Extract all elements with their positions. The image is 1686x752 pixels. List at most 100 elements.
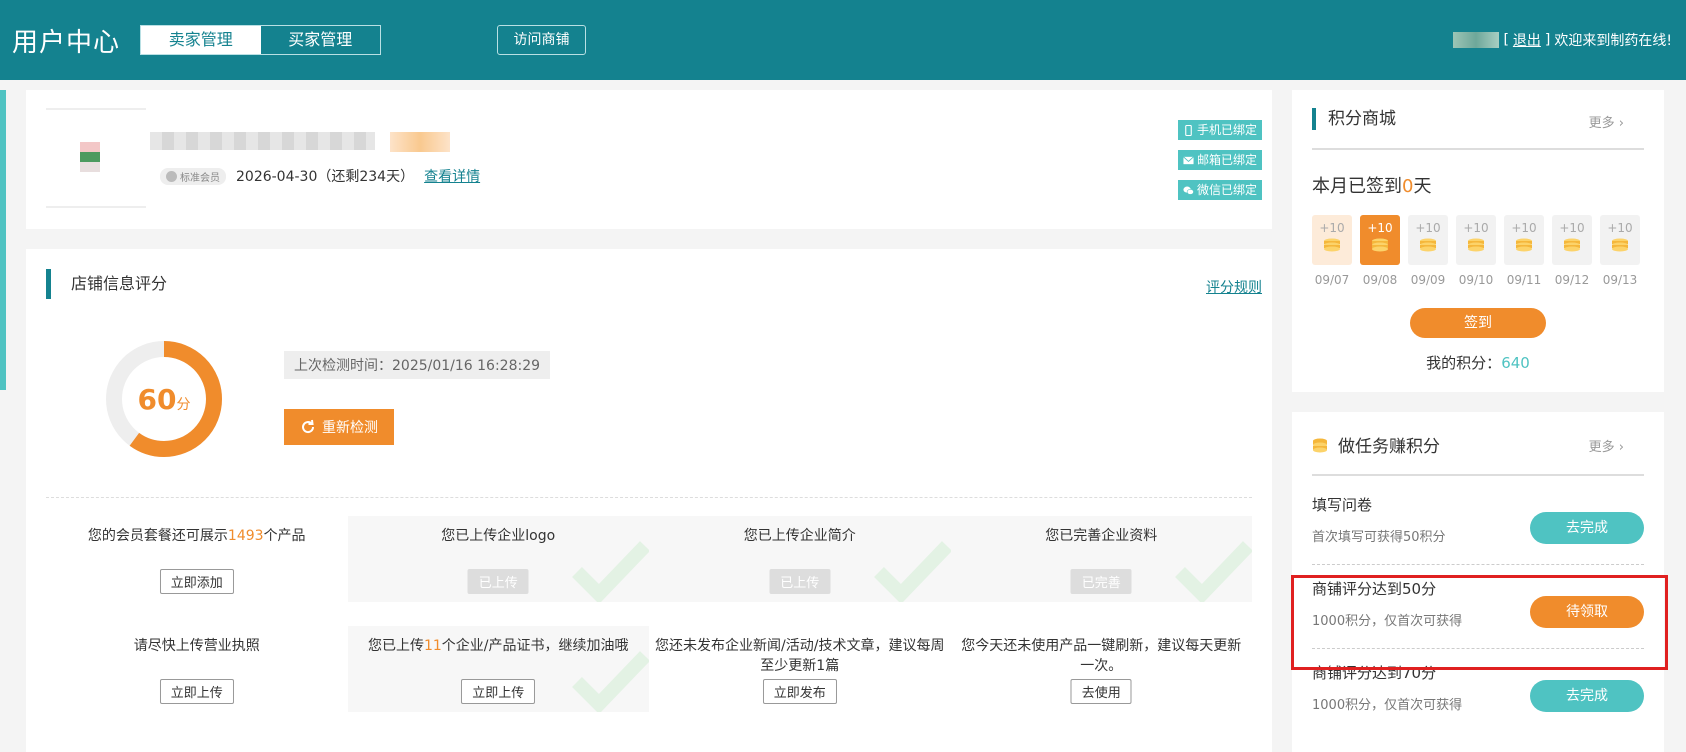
coin-icon [1612, 238, 1628, 252]
sign-day: +10 09/08 [1360, 215, 1400, 287]
page-title: 用户中心 [12, 28, 121, 58]
user-info: [ 退出 ] 欢迎来到制药在线! [1453, 30, 1672, 50]
task-action-button[interactable]: 去完成 [1530, 680, 1644, 712]
coins-icon [1313, 438, 1327, 452]
phone-icon [1185, 124, 1192, 136]
sign-day-bonus: +10 [1511, 221, 1537, 235]
profile-panel: 标准会员 2026-04-30（还剩234天） 查看详情 手机已绑定 邮箱已绑定… [26, 90, 1272, 229]
sign-day-box: +10 [1360, 215, 1400, 265]
score-item-text: 您还未发布企业新闻/活动/技术文章，建议每周至少更新1篇 [649, 636, 951, 676]
score-unit: 分 [176, 397, 191, 413]
coin-icon [1324, 238, 1340, 252]
tab-seller[interactable]: 卖家管理 [141, 26, 261, 54]
score-items-grid: 您的会员套餐还可展示1493个产品 立即添加 您已上传企业logo 已上传 您已上传企业… [46, 516, 1252, 712]
sign-status-pre: 本月已签到 [1312, 176, 1402, 197]
checkmark-icon [873, 541, 951, 602]
score-item-button[interactable]: 立即上传 [159, 679, 234, 704]
score-number: 60 [137, 382, 177, 416]
sign-day-bonus: +10 [1559, 221, 1585, 235]
coin-icon [1468, 238, 1484, 252]
sign-calendar: +10 09/07 +10 09/08 +10 09/09 +10 09/10 +10 09/11… [1312, 215, 1640, 287]
sign-day-box: +10 [1312, 215, 1352, 265]
view-details-link[interactable]: 查看详情 [424, 166, 480, 186]
mail-icon [1183, 155, 1194, 164]
tasks-more-label: 更多 [1588, 440, 1615, 455]
mall-more-label: 更多 [1588, 116, 1615, 131]
task-description: 首次填写可获得50积分 [1312, 530, 1446, 545]
checkmark-icon [572, 541, 649, 602]
sign-day: +10 09/10 [1456, 215, 1496, 287]
task-action-button[interactable]: 去完成 [1530, 512, 1644, 544]
score-item-button[interactable]: 已上传 [769, 569, 831, 594]
divider [1312, 564, 1644, 565]
recheck-label: 重新检测 [322, 420, 378, 436]
shop-score-title: 店铺信息评分 [46, 269, 167, 299]
score-item-highlight: 1493 [227, 528, 264, 544]
sign-day-date: 09/11 [1506, 273, 1542, 287]
sign-count: 0 [1402, 176, 1414, 197]
sign-status-post: 天 [1413, 176, 1432, 197]
sign-day-box: +10 [1552, 215, 1592, 265]
visit-shop-button[interactable]: 访问商铺 [497, 25, 586, 55]
sign-day-date: 09/13 [1602, 273, 1638, 287]
score-item-text-pre: 请尽快上传营业执照 [133, 638, 260, 654]
wechat-bound-label: 微信已绑定 [1196, 183, 1257, 197]
coin-icon [1372, 238, 1388, 252]
sign-in-button[interactable]: 签到 [1410, 308, 1546, 338]
sign-day: +10 09/09 [1408, 215, 1448, 287]
monthly-sign-status: 本月已签到0天 [1312, 172, 1431, 198]
logout-bracket-open: [ [1503, 32, 1509, 48]
score-item: 您今天还未使用产品一键刷新，建议每天更新一次。 去使用 [951, 626, 1253, 712]
score-item: 您的会员套餐还可展示1493个产品立即添加 [46, 516, 348, 602]
tab-buyer[interactable]: 买家管理 [261, 26, 381, 54]
divider [1312, 148, 1644, 150]
coin-icon [1564, 238, 1580, 252]
score-item-text-pre: 您已上传企业简介 [743, 528, 856, 544]
membership-expiry: 2026-04-30（还剩234天） [236, 169, 415, 185]
score-item-text-post: 个产品 [263, 528, 306, 544]
score-item-button[interactable]: 立即添加 [159, 569, 234, 594]
left-side-strip [0, 90, 6, 390]
phone-bound-label: 手机已绑定 [1196, 123, 1257, 137]
score-rules-link[interactable]: 评分规则 [1206, 277, 1262, 297]
score-item-highlight: 11 [423, 638, 442, 654]
tasks-title: 做任务赚积分 [1312, 432, 1440, 457]
score-item: 请尽快上传营业执照立即上传 [46, 626, 348, 712]
sign-day-date: 09/10 [1458, 273, 1494, 287]
sign-day-box: +10 [1600, 215, 1640, 265]
score-item: 您已完善企业资料 已完善 [950, 516, 1252, 602]
logout-link[interactable]: 退出 [1513, 30, 1541, 50]
wechat-bound-badge: 微信已绑定 [1177, 180, 1262, 200]
score-item-text-pre: 您的会员套餐还可展示 [87, 528, 228, 544]
score-item-button[interactable]: 立即上传 [461, 679, 536, 704]
chevron-right-icon: › [1618, 116, 1624, 131]
mall-more-link[interactable]: 更多 › [1589, 112, 1624, 131]
wechat-icon [1183, 186, 1194, 195]
last-check-time: 上次检测时间：2025/01/16 16:28:29 [284, 351, 551, 379]
sign-day-date: 09/07 [1314, 273, 1350, 287]
score-item-text: 您的会员套餐还可展示1493个产品 [46, 526, 348, 546]
sign-day: +10 09/13 [1600, 215, 1640, 287]
tasks-title-label: 做任务赚积分 [1338, 437, 1440, 457]
highlight-box [1291, 575, 1668, 670]
recheck-button[interactable]: 重新检测 [284, 409, 394, 445]
chevron-right-icon: › [1618, 440, 1624, 455]
shop-score-panel: 店铺信息评分 评分规则 60 分 上次检测时间：2025/01/16 16:28:… [26, 249, 1272, 752]
company-name-blurred [150, 132, 375, 150]
company-tag-blurred [390, 132, 450, 152]
divider [1312, 474, 1644, 476]
task-name: 填写问卷 [1312, 496, 1373, 514]
tasks-more-link[interactable]: 更多 › [1589, 436, 1624, 455]
score-item-button[interactable]: 立即发布 [762, 679, 837, 704]
checkmark-icon [572, 651, 649, 712]
sign-day: +10 09/11 [1504, 215, 1544, 287]
score-item-button[interactable]: 已上传 [467, 569, 529, 594]
score-item-button[interactable]: 已完善 [1070, 569, 1132, 594]
sign-day-bonus: +10 [1463, 221, 1489, 235]
checkmark-icon [1175, 541, 1252, 602]
coin-icon [1516, 238, 1532, 252]
avatar[interactable] [46, 108, 146, 208]
score-item-button[interactable]: 去使用 [1070, 679, 1132, 704]
score-item: 您已上传企业简介已上传 [649, 516, 951, 602]
sign-day: +10 09/07 [1312, 215, 1352, 287]
